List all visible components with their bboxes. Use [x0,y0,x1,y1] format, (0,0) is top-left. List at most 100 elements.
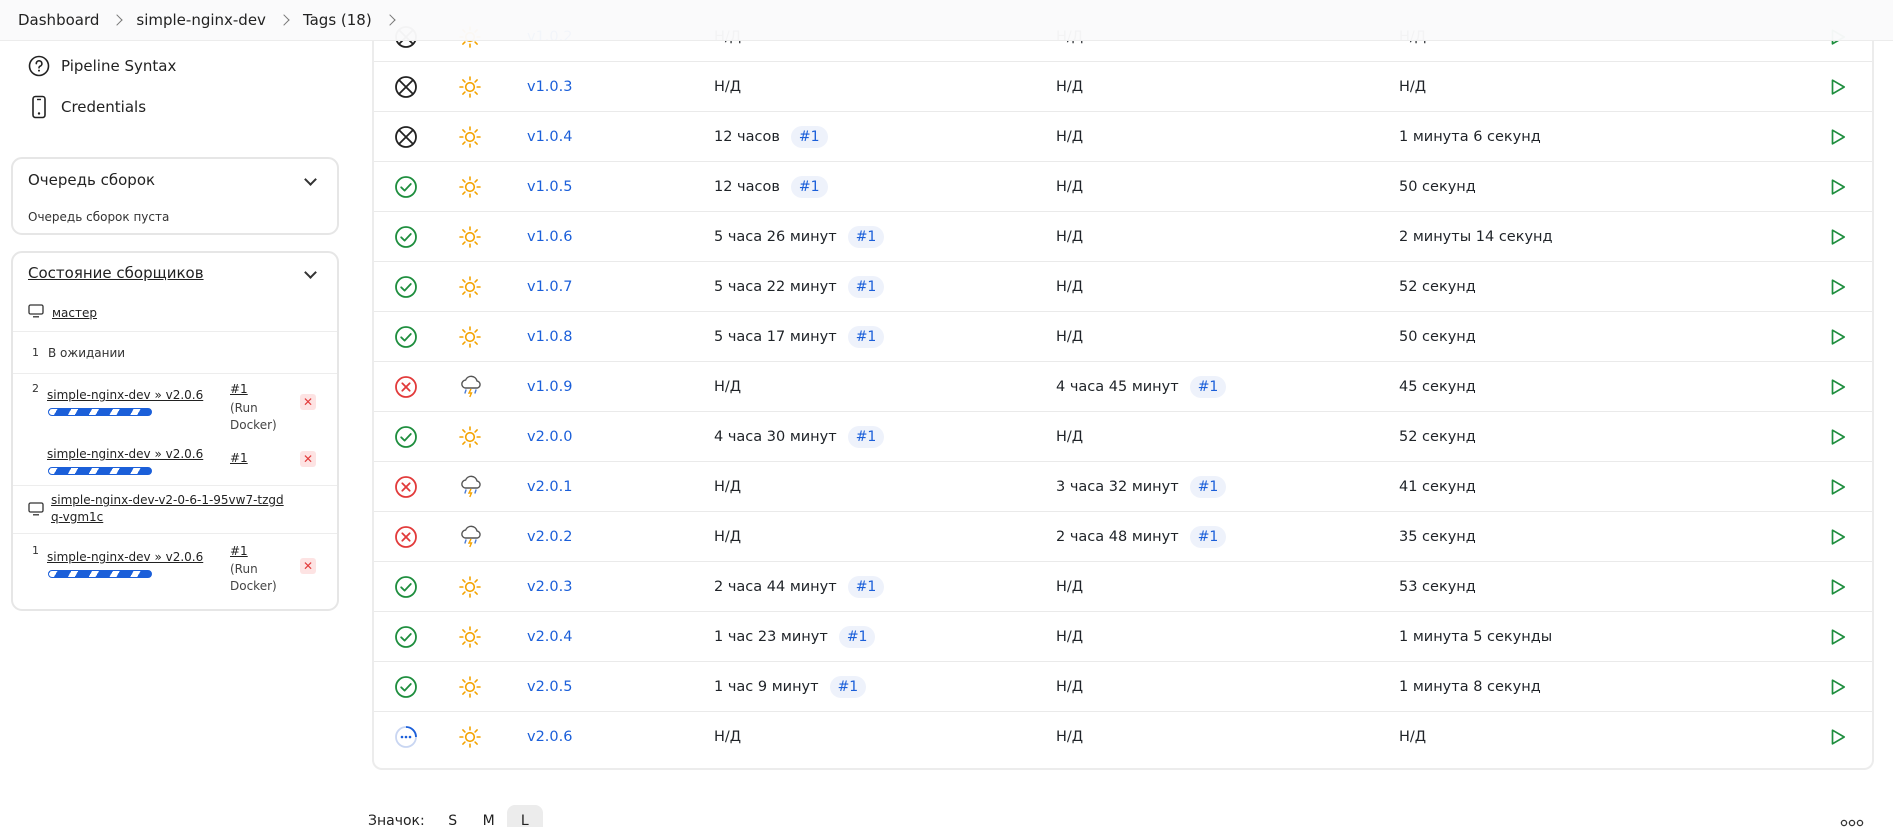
breadcrumb: Dashboard simple-nginx-dev Tags (18) [0,0,1893,41]
run-build-icon[interactable] [1829,312,1847,362]
table-row: v1.0.6 5 часа 26 минут #1 Н/Д 2 минуты 14 се… [374,212,1872,262]
run-build-icon[interactable] [1829,612,1847,662]
running-status-icon[interactable] [394,712,418,762]
run-build-icon[interactable] [1829,62,1847,112]
last-success-time: 5 часа 22 минут [714,279,837,295]
build-queue-empty-text: Очередь сборок пуста [28,210,170,224]
tag-name-link[interactable]: v1.0.5 [527,162,572,212]
aborted-status-icon[interactable] [394,62,418,112]
executor-build-link[interactable]: #1 [230,382,248,396]
last-failure-cell: Н/Д [1056,112,1083,162]
run-build-icon[interactable] [1829,362,1847,412]
run-build-icon[interactable] [1829,512,1847,562]
weather-sunny-icon [458,562,482,612]
failed-status-icon[interactable] [394,462,418,512]
executor-node-agent: simple-nginx-dev-v2-0-6-1-95vw7-tzgdq-vg… [13,485,337,533]
run-build-icon[interactable] [1829,462,1847,512]
build-number-badge[interactable]: #1 [790,176,828,198]
build-number-badge[interactable]: #1 [847,576,885,598]
breadcrumb-project[interactable]: simple-nginx-dev [136,11,266,29]
last-success-time: 1 час 9 минут [714,679,819,695]
success-status-icon[interactable] [394,562,418,612]
last-success-time: 12 часов [714,179,780,195]
build-number-badge[interactable]: #1 [847,276,885,298]
run-build-icon[interactable] [1829,562,1847,612]
node-link-agent[interactable]: simple-nginx-dev-v2-0-6-1-95vw7-tzgdq-vg… [51,492,291,526]
chevron-down-icon[interactable] [304,173,317,186]
tag-name-link[interactable]: v2.0.3 [527,562,572,612]
tag-name-link[interactable]: v1.0.3 [527,62,572,112]
run-build-icon[interactable] [1829,662,1847,712]
last-duration: 52 секунд [1399,279,1476,295]
build-number-badge[interactable]: #1 [838,626,876,648]
more-options-icon[interactable] [1840,812,1864,827]
tag-name-link[interactable]: v2.0.0 [527,412,572,462]
stop-build-icon[interactable]: ✕ [300,451,316,467]
aborted-status-icon[interactable] [394,112,418,162]
executor-build-link[interactable]: #1 [230,544,248,558]
last-failure-time: Н/Д [1056,279,1084,295]
run-build-icon[interactable] [1829,262,1847,312]
tag-name-link[interactable]: v1.0.9 [527,362,572,412]
build-number-badge[interactable]: #1 [1189,526,1227,548]
tag-name-link[interactable]: v1.0.8 [527,312,572,362]
sidebar-item-credentials[interactable]: Credentials [27,95,146,119]
node-link-master[interactable]: мастер [52,306,97,320]
build-number-badge[interactable]: #1 [1189,376,1227,398]
run-build-icon[interactable] [1829,162,1847,212]
icon-size-m[interactable]: M [471,805,507,827]
table-row: v1.0.3 Н/Д Н/Д Н/Д [374,62,1872,112]
run-build-icon[interactable] [1829,712,1847,762]
build-number-badge[interactable]: #1 [847,426,885,448]
success-status-icon[interactable] [394,162,418,212]
breadcrumb-dashboard[interactable]: Dashboard [18,11,99,29]
tag-name-link[interactable]: v2.0.4 [527,612,572,662]
run-build-icon[interactable] [1829,112,1847,162]
breadcrumb-tags[interactable]: Tags (18) [303,11,372,29]
tag-name-link[interactable]: v1.0.7 [527,262,572,312]
last-duration: 52 секунд [1399,429,1476,445]
executor-job-link[interactable]: simple-nginx-dev » v2.0.6 [47,550,203,564]
build-number-badge[interactable]: #1 [1189,476,1227,498]
table-row: v1.0.4 12 часов #1 Н/Д 1 минута 6 секунд [374,112,1872,162]
table-row: v1.0.8 5 часа 17 минут #1 Н/Д 50 секунд [374,312,1872,362]
tag-name-link[interactable]: v2.0.5 [527,662,572,712]
run-build-icon[interactable] [1829,412,1847,462]
stop-build-icon[interactable]: ✕ [300,394,316,410]
build-number-badge[interactable]: #1 [847,226,885,248]
success-status-icon[interactable] [394,212,418,262]
last-failure-cell: Н/Д [1056,212,1083,262]
failed-status-icon[interactable] [394,512,418,562]
success-status-icon[interactable] [394,312,418,362]
icon-size-l[interactable]: L [506,805,543,827]
build-queue-title[interactable]: Очередь сборок [28,171,155,189]
tag-name-link[interactable]: v2.0.2 [527,512,572,562]
failed-status-icon[interactable] [394,362,418,412]
last-failure-cell: Н/Д [1056,562,1083,612]
tag-name-link[interactable]: v2.0.1 [527,462,572,512]
success-status-icon[interactable] [394,662,418,712]
success-status-icon[interactable] [394,612,418,662]
executor-node-master: мастер [28,303,97,322]
last-success-cell: 12 часов #1 [714,162,828,212]
run-build-icon[interactable] [1829,212,1847,262]
tag-name-link[interactable]: v2.0.6 [527,712,572,762]
build-number-badge[interactable]: #1 [790,126,828,148]
chevron-down-icon[interactable] [304,266,317,279]
executor-build-link[interactable]: #1 [230,451,248,465]
build-number-badge[interactable]: #1 [847,326,885,348]
success-status-icon[interactable] [394,262,418,312]
chevron-right-icon [111,14,124,26]
tag-name-link[interactable]: v1.0.4 [527,112,572,162]
tag-name-link[interactable]: v1.0.6 [527,212,572,262]
executor-job-link[interactable]: simple-nginx-dev » v2.0.6 [47,447,203,461]
icon-size-s[interactable]: S [435,805,471,827]
stop-build-icon[interactable]: ✕ [300,558,316,574]
executors-title[interactable]: Состояние сборщиков [28,264,204,282]
build-number-badge[interactable]: #1 [829,676,867,698]
last-success-time: 1 час 23 минут [714,629,828,645]
executor-row-busy: 2 simple-nginx-dev » v2.0.6 #1 (Run Dock… [13,373,337,437]
executor-job-link[interactable]: simple-nginx-dev » v2.0.6 [47,388,203,402]
sidebar-item-pipeline-syntax[interactable]: Pipeline Syntax [27,54,176,78]
success-status-icon[interactable] [394,412,418,462]
